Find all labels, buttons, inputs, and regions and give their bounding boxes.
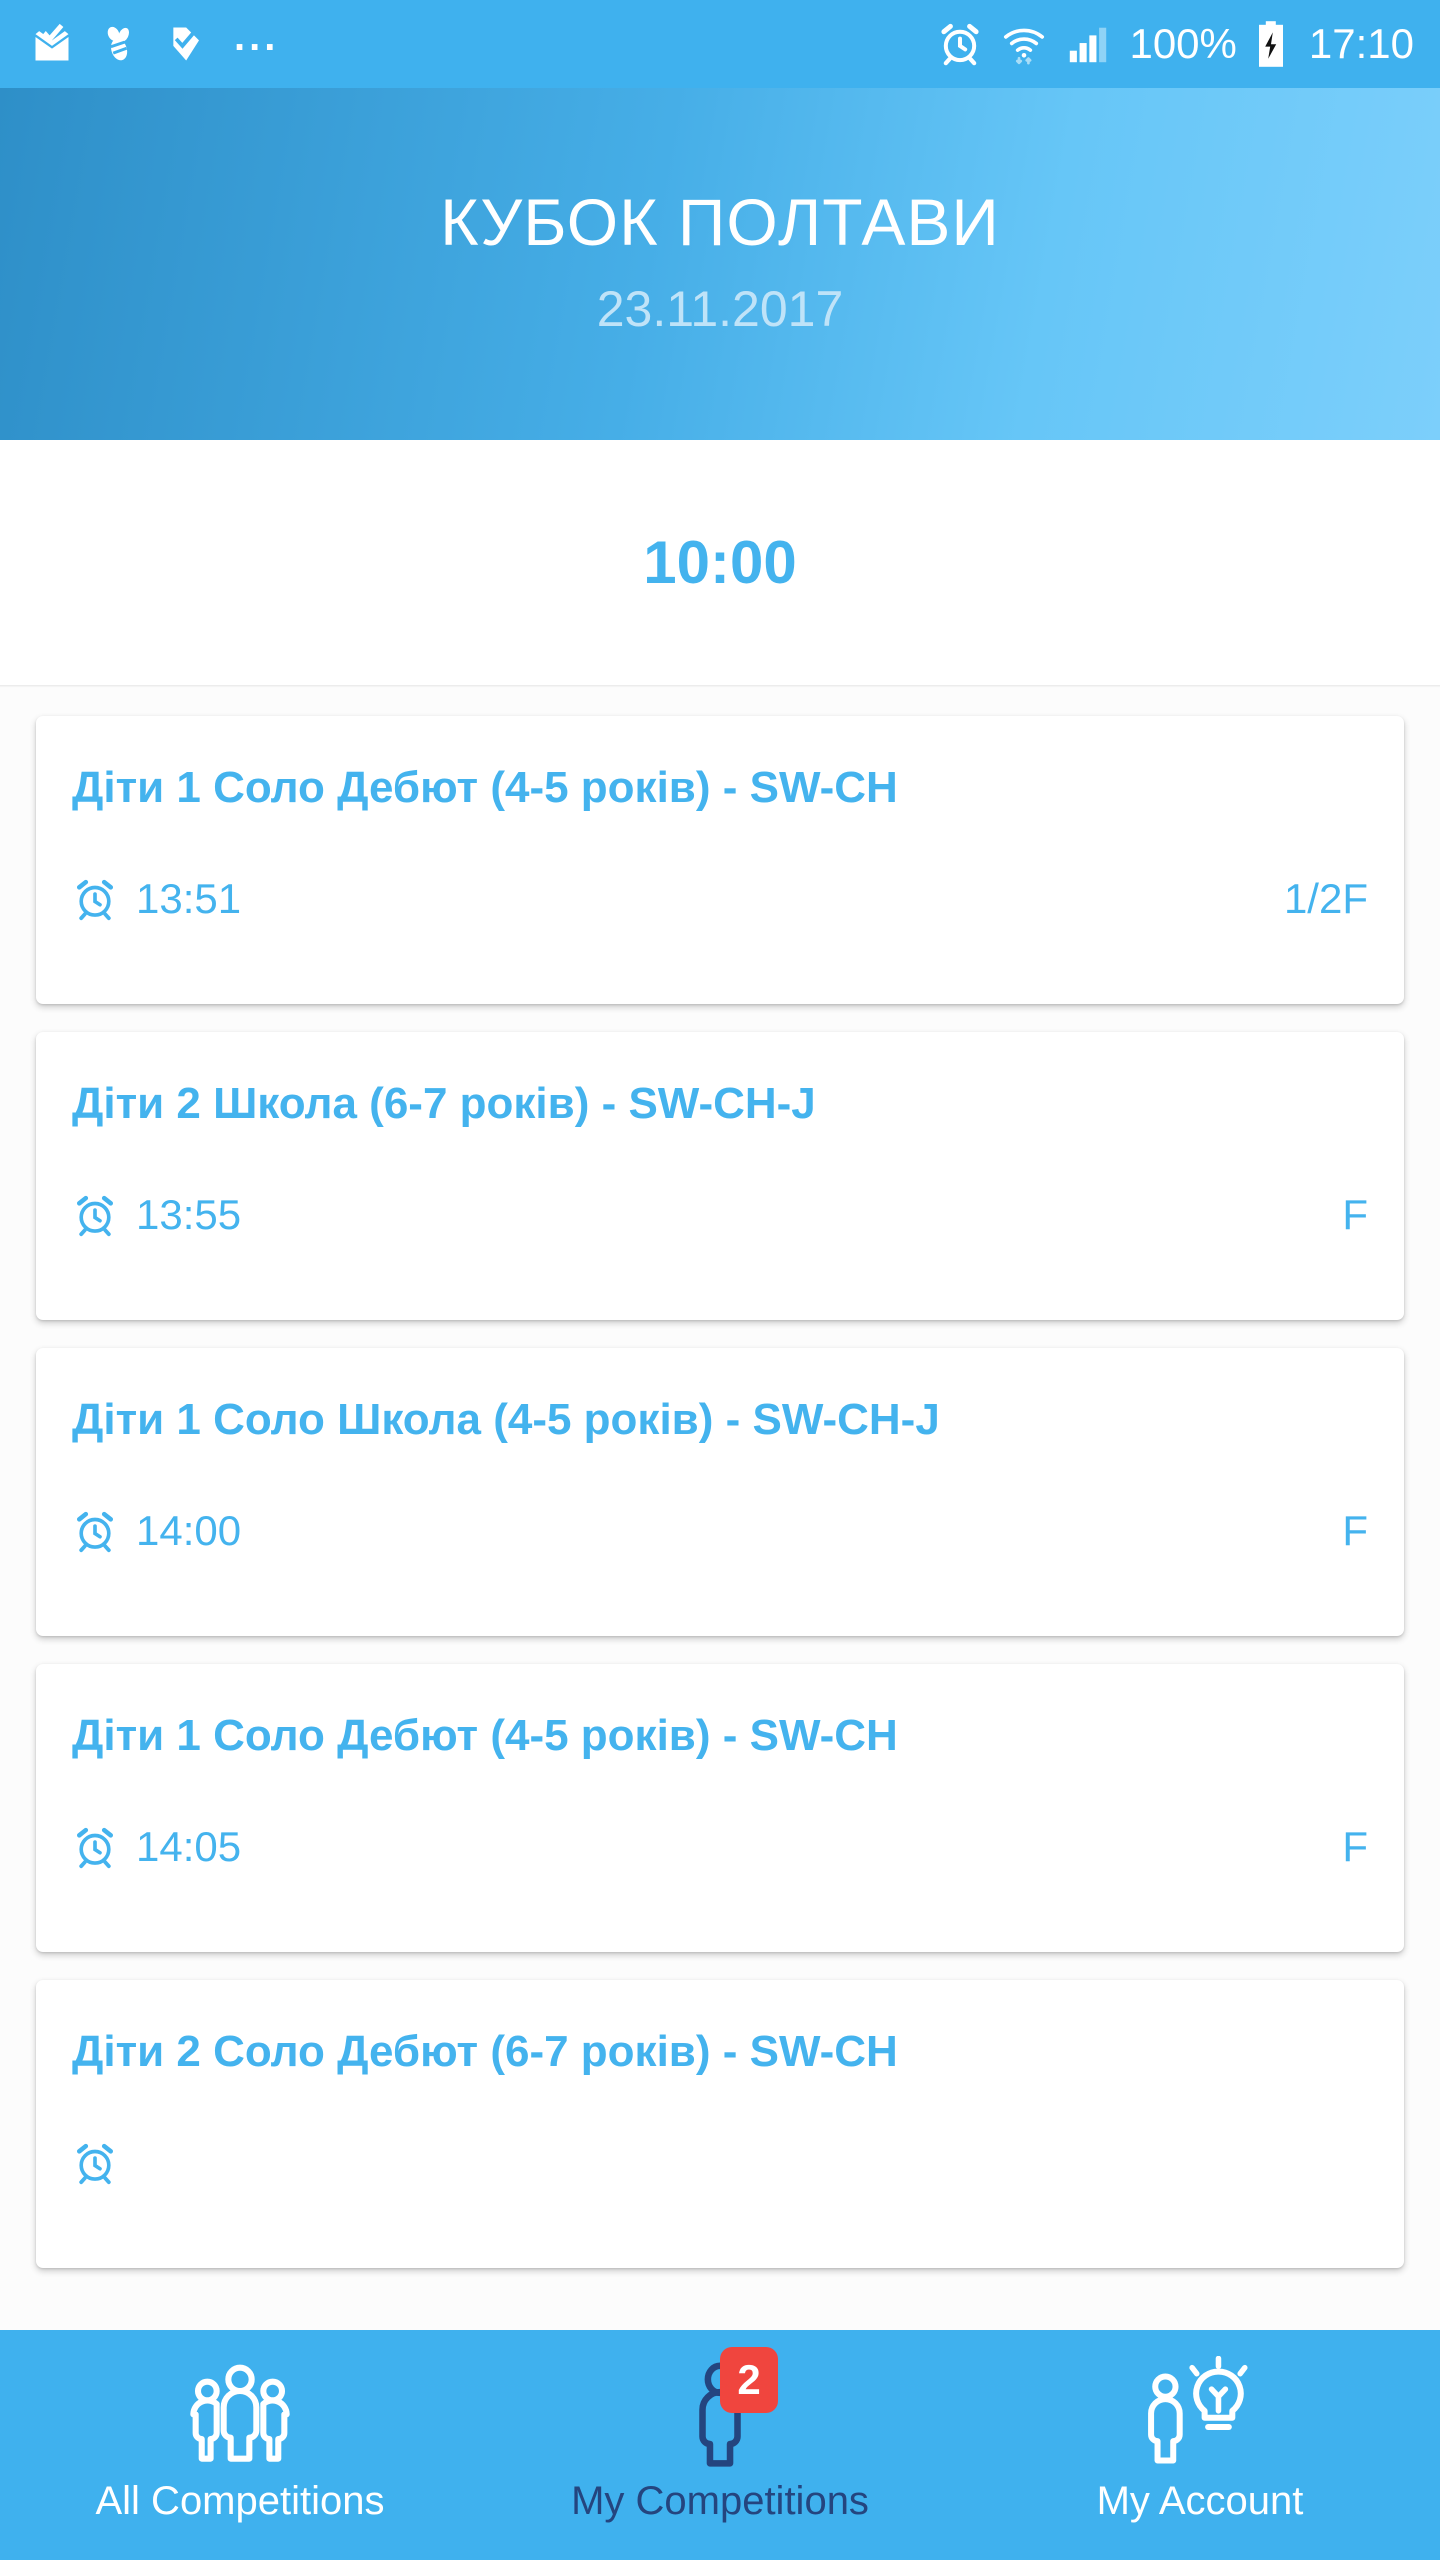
signal-bars-icon: [1070, 27, 1107, 63]
more-dots-icon: ...: [234, 15, 280, 59]
clock-label: 17:10: [1308, 20, 1414, 67]
competition-card-time: 13:55: [72, 1192, 241, 1238]
bottom-navigation: All Competitions 2 My Competitions My Accou…: [0, 2330, 1440, 2560]
person-lightbulb-icon: [1148, 2356, 1248, 2464]
nav-icon-wrap: [184, 2353, 296, 2471]
nav-tab-label: My Competitions: [571, 2479, 869, 2523]
competition-card[interactable]: Діти 2 Школа (6-7 років) - SW-CH-J 13:55 F: [36, 1032, 1404, 1320]
alarm-clock-icon: [76, 1511, 114, 1553]
competition-card-title: Діти 2 Соло Дебют (6-7 років) - SW-CH: [72, 2027, 898, 2076]
competition-card[interactable]: Діти 1 Соло Школа (4-5 років) - SW-CH-J 1…: [36, 1348, 1404, 1636]
competition-card-time-label: 13:51: [136, 875, 242, 922]
nav-icon-wrap: [1140, 2353, 1260, 2471]
competition-card-round-badge: F: [1342, 1507, 1368, 1554]
competition-card-time: 13:51: [72, 876, 241, 922]
status-bar: ... 100% 17:10: [0, 0, 1440, 88]
competition-card[interactable]: Діти 1 Соло Дебют (4-5 років) - SW-CH 14:…: [36, 1664, 1404, 1952]
competition-card-meta: 14:00 F: [72, 1508, 1368, 1554]
mail-check-icon: [35, 23, 69, 61]
competition-card-time-label: 14:00: [136, 1507, 242, 1554]
competition-card[interactable]: Діти 2 Соло Дебют (6-7 років) - SW-CH: [36, 1980, 1404, 2268]
alarm-clock-icon: [941, 23, 980, 66]
competition-date: 23.11.2017: [596, 281, 844, 337]
status-bar-left-icons: ...: [30, 15, 280, 66]
session-time-label: 10:00: [643, 529, 797, 596]
competition-card-round-badge: 1/2F: [1283, 875, 1368, 922]
battery-percent-label: 100%: [1129, 20, 1237, 67]
competition-card-meta: 13:55 F: [72, 1192, 1368, 1238]
competition-header: КУБОК ПОЛТАВИ 23.11.2017: [0, 88, 1440, 440]
bee-icon: [107, 26, 129, 61]
competition-card-time: 14:05: [72, 1824, 241, 1870]
competition-card-meta: 14:05 F: [72, 1824, 1368, 1870]
competition-card-title: Діти 2 Школа (6-7 років) - SW-CH-J: [72, 1079, 816, 1128]
wifi-icon: [1004, 28, 1045, 65]
alarm-clock-icon: [76, 1827, 114, 1869]
competition-card-round-badge: F: [1342, 1191, 1368, 1238]
competition-list[interactable]: Діти 1 Соло Дебют (4-5 років) - SW-CH 13:…: [0, 688, 1440, 2330]
competition-card-meta: 13:51 1/2F: [72, 876, 1368, 922]
battery-charging-icon: [1258, 21, 1283, 67]
competition-card[interactable]: Діти 1 Соло Дебют (4-5 років) - SW-CH 13:…: [36, 716, 1404, 1004]
session-time-band: 10:00: [0, 440, 1440, 685]
checkmark-badge-icon: [173, 27, 199, 61]
alarm-clock-icon: [76, 2143, 114, 2185]
competition-card-time-label: 14:05: [136, 1823, 242, 1870]
competition-card-meta: [72, 2140, 1368, 2186]
notification-badge: 2: [720, 2347, 778, 2413]
competition-card-title: Діти 1 Соло Дебют (4-5 років) - SW-CH: [72, 763, 898, 812]
people-group-icon: [190, 2364, 290, 2462]
nav-tab-my-competitions[interactable]: 2 My Competitions: [480, 2330, 960, 2560]
nav-tab-label: My Account: [1096, 2479, 1304, 2523]
nav-tab-my-account[interactable]: My Account: [960, 2330, 1440, 2560]
nav-icon-wrap: 2: [664, 2347, 778, 2471]
status-bar-right-icons: 100% 17:10: [937, 20, 1414, 68]
competition-card-title: Діти 1 Соло Дебют (4-5 років) - SW-CH: [72, 1711, 898, 1760]
page-title: КУБОК ПОЛТАВИ: [440, 185, 1000, 259]
competition-card-time: [72, 2140, 136, 2186]
app-root: ... 100% 17:10 КУБОК ПОЛТАВИ 23.11.2017 …: [0, 0, 1440, 2560]
alarm-clock-icon: [76, 1195, 114, 1237]
nav-tab-all-competitions[interactable]: All Competitions: [0, 2330, 480, 2560]
competition-card-title: Діти 1 Соло Школа (4-5 років) - SW-CH-J: [72, 1395, 940, 1444]
competition-card-round-badge: F: [1342, 1823, 1368, 1870]
alarm-clock-icon: [76, 879, 114, 921]
competition-card-time: 14:00: [72, 1508, 241, 1554]
nav-tab-label: All Competitions: [95, 2479, 385, 2523]
competition-card-time-label: 13:55: [136, 1191, 242, 1238]
